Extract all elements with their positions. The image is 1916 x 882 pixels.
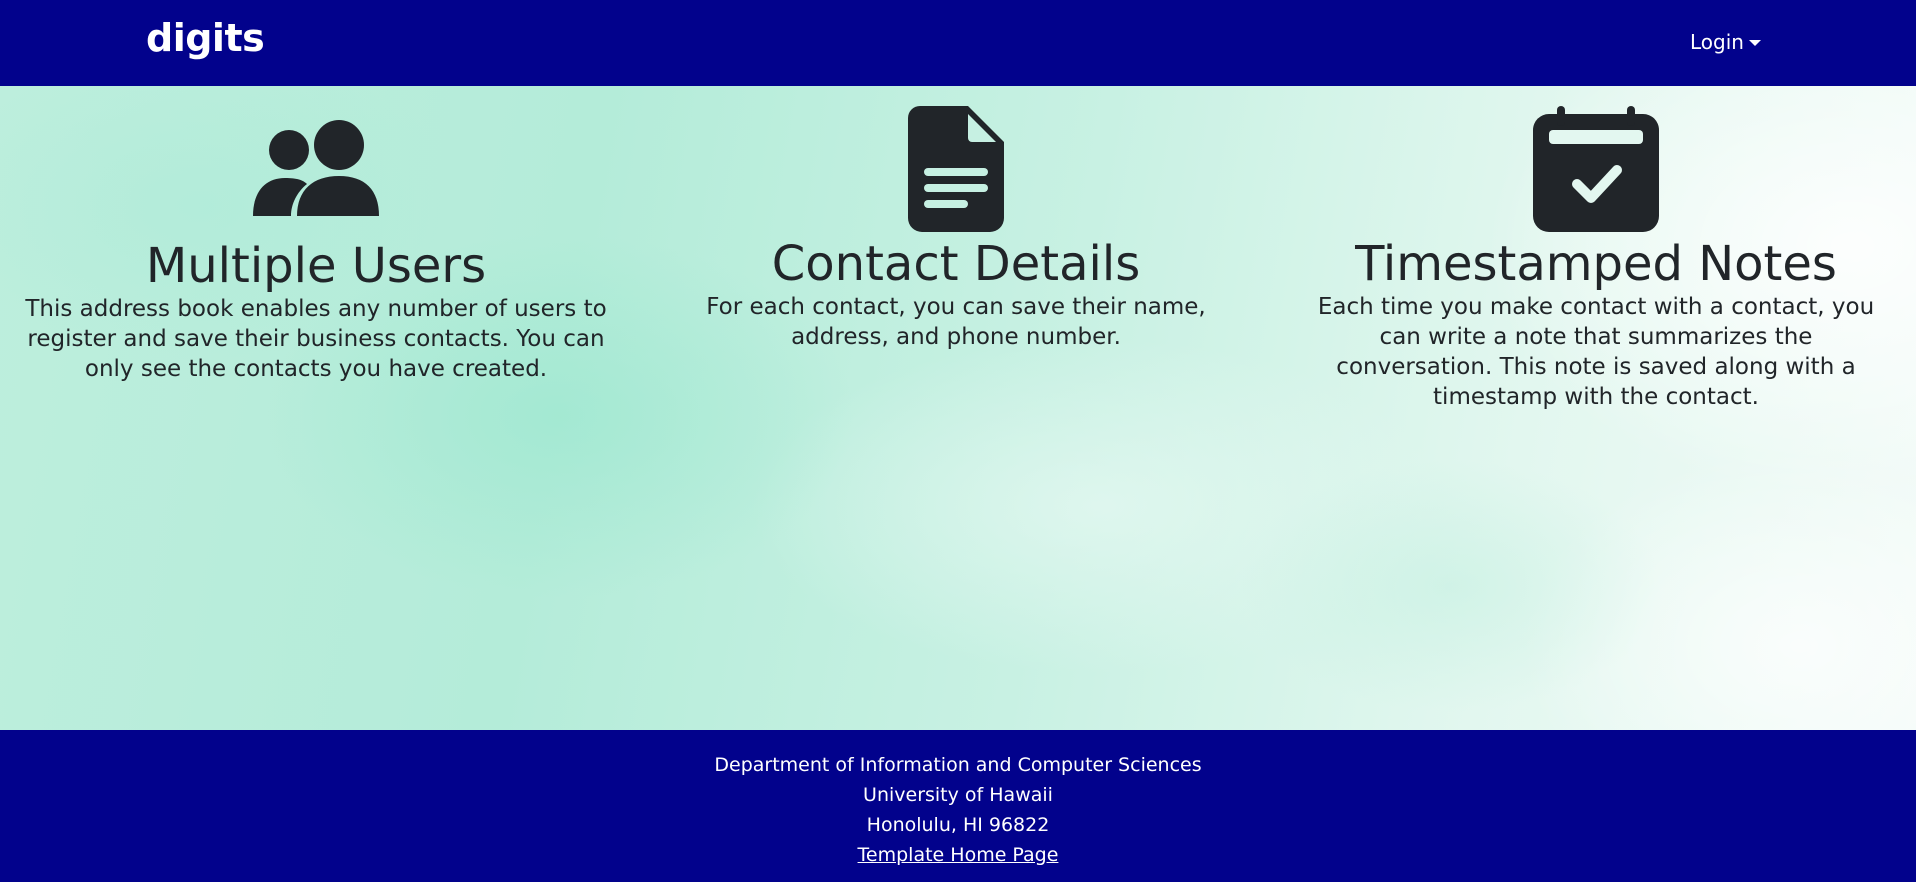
users-icon [253, 120, 379, 216]
landing-main: Multiple Users This address book enables… [0, 86, 1916, 730]
feature-multiple-users: Multiple Users This address book enables… [24, 86, 608, 384]
feature-description: This address book enables any number of … [25, 296, 607, 382]
brand-logo-link[interactable]: digits [146, 14, 265, 62]
file-text-icon [908, 106, 1004, 232]
footer-address: Honolulu, HI 96822 [866, 814, 1050, 836]
footer-department: Department of Information and Computer S… [714, 754, 1202, 776]
footer-university: University of Hawaii [863, 784, 1053, 806]
feature-contact-details: Contact Details For each contact, you ca… [660, 86, 1252, 352]
top-navbar: digits Login [0, 0, 1916, 86]
page-footer: Department of Information and Computer S… [0, 730, 1916, 882]
feature-description: Each time you make contact with a contac… [1317, 294, 1875, 410]
feature-title: Multiple Users [145, 238, 487, 294]
feature-title: Timestamped Notes [1355, 236, 1837, 292]
calendar-check-icon [1533, 106, 1659, 232]
login-dropdown-toggle[interactable]: Login [1690, 28, 1761, 56]
feature-description: For each contact, you can save their nam… [706, 294, 1206, 350]
login-label: Login [1690, 30, 1744, 54]
template-home-link[interactable]: Template Home Page [858, 844, 1059, 866]
caret-down-icon [1748, 40, 1761, 46]
feature-timestamped-notes: Timestamped Notes Each time you make con… [1300, 86, 1892, 412]
feature-title: Contact Details [771, 236, 1141, 292]
